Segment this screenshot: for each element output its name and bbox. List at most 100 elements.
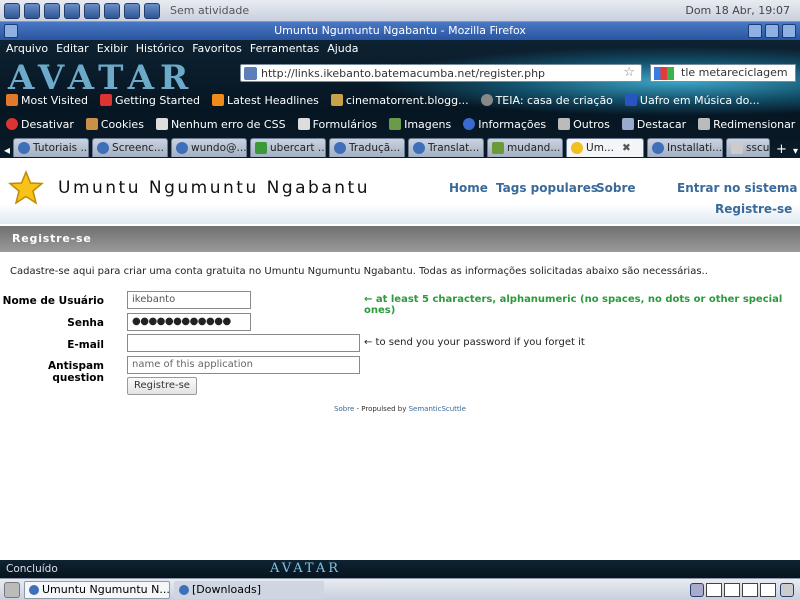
devtb-resize[interactable]: Redimensionar — [698, 118, 795, 131]
web-developer-toolbar: Desativar Cookies Nenhum erro de CSS For… — [0, 114, 800, 134]
info-icon — [463, 118, 476, 130]
maximize-button[interactable] — [765, 24, 779, 38]
new-tab-icon[interactable]: + — [776, 142, 787, 157]
menu-history[interactable]: Histórico — [136, 42, 184, 55]
site-logo-star-icon[interactable] — [8, 170, 44, 206]
tab-favicon-icon — [97, 142, 110, 154]
tools-launcher-icon[interactable] — [84, 2, 100, 19]
menu-tools[interactable]: Ferramentas — [250, 42, 319, 55]
bookmark-star-icon[interactable]: ☆ — [623, 65, 635, 80]
menu-view[interactable]: Exibir — [97, 42, 128, 55]
email-field[interactable] — [127, 334, 360, 352]
footer-text: - Propulsed by — [354, 405, 409, 413]
menu-file[interactable]: Arquivo — [6, 42, 48, 55]
bookmark-cinematorrent[interactable]: cinematorrent.blogg... — [330, 94, 469, 107]
section-title: Registre-se — [0, 226, 800, 252]
tab[interactable]: Screenc... — [92, 138, 169, 157]
close-button[interactable] — [782, 24, 796, 38]
username-field[interactable]: ikebanto — [127, 291, 251, 309]
window-titlebar[interactable]: Umuntu Ngumuntu Ngabantu - Mozilla Firef… — [0, 22, 800, 40]
text-editor-launcher-icon[interactable] — [64, 2, 80, 19]
tab-scroll-left-icon[interactable]: ◂ — [4, 143, 10, 157]
tab-favicon-icon — [492, 142, 505, 154]
search-input[interactable]: tle metareciclagem — [650, 64, 796, 82]
bookmark-latest-headlines[interactable]: Latest Headlines — [212, 94, 319, 107]
devtb-forms[interactable]: Formulários — [297, 118, 377, 131]
settings-launcher-icon[interactable] — [144, 2, 160, 19]
activity-status: Sem atividade — [170, 4, 250, 17]
site-favicon-icon — [244, 67, 257, 80]
antispam-label: Antispam question — [47, 360, 104, 384]
nav-popular-tags[interactable]: Tags populares — [496, 181, 598, 195]
workspace-4[interactable] — [760, 582, 776, 597]
password-label: Senha — [67, 317, 104, 329]
nav-login[interactable]: Entrar no sistema — [677, 181, 797, 195]
menu-launcher-icon[interactable] — [4, 2, 20, 19]
devtb-disable[interactable]: Desativar — [6, 118, 74, 131]
site-title[interactable]: Umuntu Ngumuntu Ngabantu — [58, 178, 370, 198]
tab[interactable]: mudand... — [487, 138, 564, 157]
tab[interactable]: Tutoriais ... — [13, 138, 90, 157]
menu-help[interactable]: Ajuda — [327, 42, 358, 55]
tab-active[interactable]: Um... ✖ — [566, 138, 645, 157]
menu-bookmarks[interactable]: Favoritos — [192, 42, 242, 55]
tab[interactable]: Traduçã... — [329, 138, 406, 157]
tab[interactable]: Translat... — [408, 138, 485, 157]
taskbar-item-firefox[interactable]: Umuntu Ngumuntu N... — [24, 580, 170, 599]
intro-text: Cadastre-se aqui para criar uma conta gr… — [10, 266, 708, 277]
tab[interactable]: sscu — [726, 138, 771, 157]
antispam-field[interactable]: name of this application — [127, 356, 360, 374]
browser-launcher-icon[interactable] — [24, 2, 40, 19]
tab-strip: ◂ Tutoriais ... Screenc... wundo@... ube… — [0, 137, 800, 157]
bookmark-most-visited[interactable]: Most Visited — [6, 94, 88, 107]
url-bar[interactable]: http://links.ikebanto.batemacumba.net/re… — [240, 64, 642, 82]
window-title: Umuntu Ngumuntu Ngabantu - Mozilla Firef… — [274, 24, 526, 37]
resize-icon — [698, 118, 711, 130]
password-field[interactable]: ●●●●●●●●●●●● — [127, 313, 251, 331]
url-text: http://links.ikebanto.batemacumba.net/re… — [261, 66, 546, 80]
globe-icon — [480, 94, 493, 106]
tab-favicon-icon — [18, 142, 31, 154]
bookmark-getting-started[interactable]: Getting Started — [99, 94, 200, 107]
show-desktop-icon[interactable] — [4, 581, 20, 598]
devtb-css[interactable]: Nenhum erro de CSS — [155, 118, 286, 131]
workspace-1[interactable] — [706, 582, 722, 597]
tab-favicon-icon — [176, 142, 189, 154]
menu-bar: Arquivo Editar Exibir Histórico Favorito… — [0, 40, 800, 57]
trash-icon[interactable] — [780, 582, 794, 597]
stop-icon — [6, 118, 18, 130]
workspace-3[interactable] — [742, 582, 758, 597]
devtb-cookies[interactable]: Cookies — [85, 118, 144, 131]
folder-icon — [6, 94, 18, 106]
devtb-information[interactable]: Informações — [463, 118, 546, 131]
taskbar-item-downloads[interactable]: [Downloads] — [174, 580, 324, 599]
google-engine-icon[interactable] — [654, 67, 674, 80]
tray-icon[interactable] — [690, 582, 704, 597]
tab[interactable]: ubercart ... — [250, 138, 327, 157]
nav-about[interactable]: Sobre — [596, 181, 636, 195]
bottom-panel: Umuntu Ngumuntu N... [Downloads] — [0, 578, 800, 600]
menu-edit[interactable]: Editar — [56, 42, 89, 55]
footer-semanticscuttle-link[interactable]: SemanticScuttle — [409, 405, 466, 413]
bookmark-uafro[interactable]: Uafro em Música do... — [624, 94, 760, 107]
footer-about-link[interactable]: Sobre — [334, 405, 354, 413]
terminal-launcher-icon[interactable] — [104, 2, 120, 19]
tab-list-icon[interactable]: ▾ — [793, 146, 798, 157]
devtb-images[interactable]: Imagens — [389, 118, 451, 131]
register-button[interactable]: Registre-se — [127, 377, 197, 395]
tab[interactable]: wundo@... — [171, 138, 248, 157]
media-launcher-icon[interactable] — [124, 2, 140, 19]
nav-register[interactable]: Registre-se — [715, 202, 792, 216]
devtb-outline[interactable]: Destacar — [621, 118, 686, 131]
minimize-button[interactable] — [748, 24, 762, 38]
clock[interactable]: Dom 18 Abr, 19:07 — [685, 4, 790, 17]
bookmark-teia[interactable]: TEIA: casa de criação — [480, 94, 613, 107]
tab-close-icon[interactable]: ✖ — [622, 142, 631, 154]
devtb-misc[interactable]: Outros — [558, 118, 610, 131]
mail-launcher-icon[interactable] — [44, 2, 60, 19]
username-hint: ← at least 5 characters, alphanumeric (n… — [364, 294, 783, 316]
window-menu-icon[interactable] — [4, 24, 18, 38]
nav-home[interactable]: Home — [449, 181, 488, 195]
tab[interactable]: Installati... — [647, 138, 724, 157]
workspace-2[interactable] — [724, 582, 740, 597]
